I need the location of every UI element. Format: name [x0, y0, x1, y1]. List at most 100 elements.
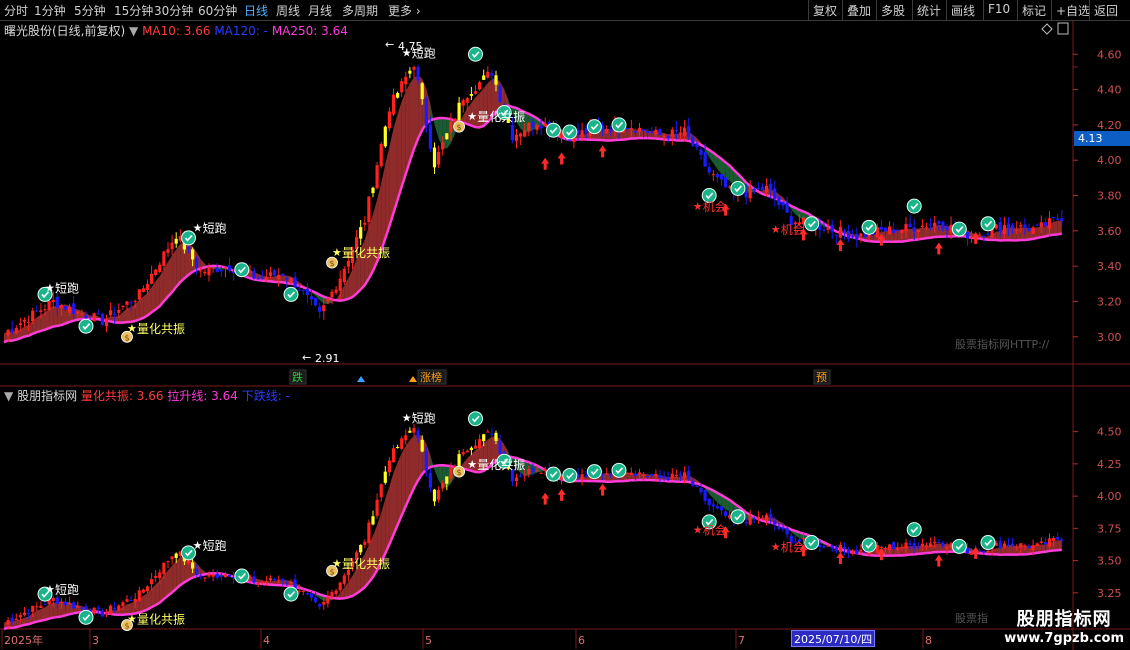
annotation-label: 量化共振 [477, 110, 525, 124]
annotation-label: 量化共振 [137, 613, 185, 627]
dropdown-icon[interactable]: ▼ [4, 389, 13, 403]
candle-body [301, 591, 305, 593]
candle-body [80, 607, 84, 609]
trend-band-segment [348, 575, 353, 598]
signal-check-icon [586, 119, 602, 135]
trend-band-segment [122, 308, 127, 323]
candle-body [662, 135, 666, 138]
candle-body [92, 607, 96, 614]
candle-body [695, 143, 699, 148]
candle-body [478, 82, 482, 90]
candle-body [629, 128, 633, 130]
trend-band-segment [176, 243, 181, 288]
ma10-label: MA10: 3.66 [142, 24, 211, 38]
candle-body [133, 300, 137, 302]
candle-body [1019, 224, 1023, 227]
toolbar-divider [808, 0, 809, 20]
period-tab[interactable]: 5分钟 [74, 2, 106, 19]
candle-body [39, 605, 43, 608]
candle-body [920, 543, 924, 547]
period-tab[interactable]: 1分钟 [34, 2, 66, 19]
candle-body [642, 129, 646, 131]
price-axis-label: 3.60 [1097, 225, 1122, 238]
toolbar-button[interactable]: +自选 [1056, 2, 1090, 19]
signal-check-icon [234, 262, 250, 278]
candle-body [822, 546, 826, 548]
trend-band-segment [1016, 227, 1021, 241]
candle-body [400, 438, 404, 449]
candle-body [199, 575, 203, 577]
candle-body [223, 267, 227, 269]
candle-body [338, 582, 342, 591]
annotation-star-icon: ★ [193, 221, 203, 234]
period-tab[interactable]: 日线 [244, 2, 268, 19]
toolbar-button[interactable]: 统计 [917, 2, 941, 19]
candle-body [654, 473, 658, 477]
period-tab[interactable]: 60分钟 [198, 2, 237, 19]
toolbar-button[interactable]: 复权 [813, 2, 837, 19]
candle-body [322, 601, 326, 605]
candle-body [929, 543, 933, 547]
candle-body [461, 100, 465, 106]
period-tab[interactable]: 15分钟 [114, 2, 153, 19]
candle-body [601, 473, 605, 475]
candle-body [1035, 224, 1039, 226]
toolbar-button[interactable]: 叠加 [847, 2, 871, 19]
toolbar-button[interactable]: F10 [988, 2, 1010, 16]
candle-body [711, 174, 715, 176]
candle-body [297, 289, 301, 291]
candle-body [715, 506, 719, 509]
period-tab[interactable]: 分时 [4, 2, 28, 19]
candle-body [486, 71, 490, 78]
candle-body [539, 472, 543, 474]
candle-body [892, 542, 896, 550]
candle-body [432, 147, 437, 168]
period-tab[interactable]: 月线 [308, 2, 332, 19]
toolbar-divider [946, 0, 947, 20]
candle-body [494, 432, 498, 441]
trend-band-segment [434, 118, 439, 139]
candle-body [929, 224, 933, 226]
signal-check-icon [906, 198, 922, 214]
candle-body [277, 579, 281, 581]
toolbar-button[interactable]: 画线 [951, 2, 975, 19]
candle-body [883, 227, 888, 232]
period-tab[interactable]: 更多 › [388, 2, 421, 19]
candle-body [1052, 538, 1056, 541]
candle-body [150, 579, 154, 585]
annotation-label: 短跑 [412, 411, 436, 425]
candle-body [104, 611, 109, 615]
candle-body [773, 520, 777, 525]
candle-body [195, 258, 199, 269]
dropdown-icon[interactable]: ▼ [129, 24, 138, 38]
up-arrow-icon [836, 552, 845, 564]
toolbar-button[interactable]: 标记 [1022, 2, 1046, 19]
candle-body [322, 305, 326, 312]
candle-body [330, 291, 334, 298]
candle-body [1006, 223, 1011, 229]
kline-chart[interactable]: 4.60 4.40 4.20 4.00 3.80 3.60 3.40 3.20 3.00 4.50… [0, 21, 1130, 650]
candle-body [31, 310, 35, 322]
candle-body [920, 225, 924, 228]
toolbar-button[interactable]: 返回 [1094, 2, 1118, 19]
period-tab[interactable]: 多周期 [342, 2, 378, 19]
candle-body [769, 514, 773, 519]
period-tab[interactable]: 30分钟 [154, 2, 193, 19]
candle-body [129, 302, 133, 304]
candle-body [117, 605, 121, 611]
candle-body [580, 474, 584, 480]
signal-check-icon [980, 535, 996, 551]
candle-body [100, 610, 104, 617]
candle-body [314, 597, 318, 603]
period-tab[interactable]: 周线 [276, 2, 300, 19]
candle-body [387, 111, 391, 129]
candle-body [51, 598, 55, 601]
candle-body [1043, 542, 1047, 545]
toolbar-button[interactable]: 多股 [881, 2, 905, 19]
candle-body [293, 277, 297, 288]
candle-body [498, 85, 502, 103]
candle-body [104, 318, 109, 327]
candle-body [211, 574, 215, 577]
candle-body [162, 562, 166, 575]
price-axis-label: 3.40 [1097, 260, 1122, 273]
